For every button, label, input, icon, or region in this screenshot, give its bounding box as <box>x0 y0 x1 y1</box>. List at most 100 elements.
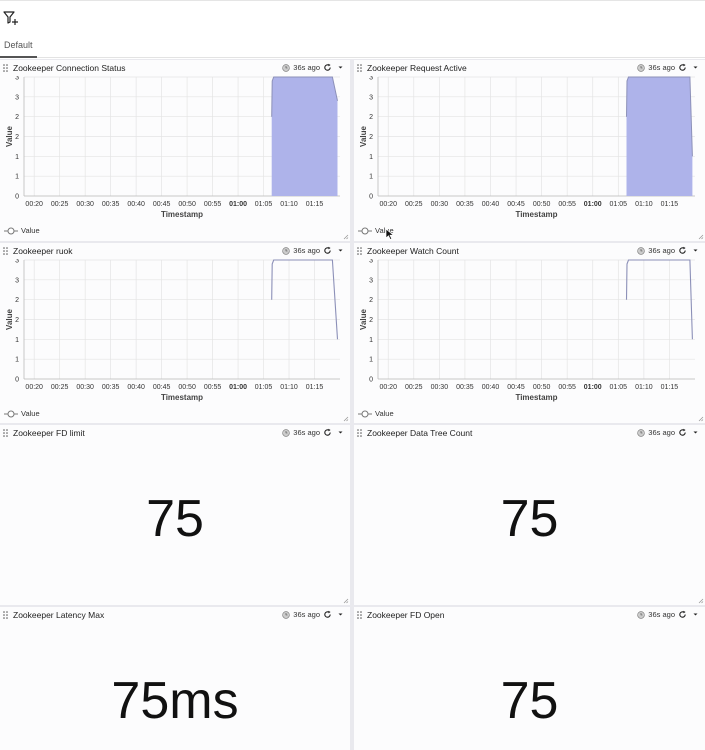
last-updated: 36s ago <box>293 428 320 437</box>
tab-default[interactable]: Default <box>0 36 37 58</box>
x-tick-label: 00:35 <box>456 201 474 208</box>
refresh-icon[interactable] <box>323 246 332 255</box>
x-tick-label: 01:05 <box>610 201 628 208</box>
x-tick-label: 01:10 <box>635 384 653 391</box>
y-tick-label: 1 <box>369 154 373 161</box>
last-updated: 36s ago <box>648 428 675 437</box>
resize-handle-icon[interactable] <box>343 416 349 422</box>
x-tick-label: 00:30 <box>431 201 449 208</box>
x-tick-label: 00:55 <box>558 384 576 391</box>
x-tick-label: 01:05 <box>255 384 273 391</box>
y-tick-label: 3 <box>15 94 19 101</box>
chevron-down-icon[interactable] <box>692 247 699 254</box>
panel-header: Zookeeper Data Tree Count 36s ago <box>354 425 705 441</box>
x-tick-label: 01:10 <box>280 201 298 208</box>
resize-handle-icon[interactable] <box>698 416 704 422</box>
x-tick-label: 00:25 <box>405 384 423 391</box>
panel-meta: 36s ago <box>637 610 699 619</box>
chevron-down-icon[interactable] <box>692 64 699 71</box>
panel-ruok[interactable]: Zookeeper ruok 36s ago 0 1 1 2 2 3 3 00:20 00:25… <box>0 243 350 423</box>
x-tick-label: 00:30 <box>76 201 94 208</box>
panel-title: Zookeeper ruok <box>13 246 73 256</box>
y-tick-label: 2 <box>15 134 19 141</box>
stat-value: 75 <box>146 490 204 548</box>
drag-handle-icon[interactable] <box>3 429 9 437</box>
drag-handle-icon[interactable] <box>357 611 363 619</box>
y-tick-label: 3 <box>369 94 373 101</box>
chevron-down-icon[interactable] <box>337 64 344 71</box>
add-filter-icon[interactable] <box>3 10 19 26</box>
chevron-down-icon[interactable] <box>337 429 344 436</box>
y-tick-label: 3 <box>369 76 373 82</box>
y-axis-label: Value <box>5 126 14 147</box>
drag-handle-icon[interactable] <box>3 247 9 255</box>
toolbar <box>0 0 705 30</box>
refresh-icon[interactable] <box>323 63 332 72</box>
panel-title: Zookeeper FD Open <box>367 610 445 620</box>
drag-handle-icon[interactable] <box>3 64 9 72</box>
x-tick-label: 00:45 <box>507 384 525 391</box>
drag-handle-icon[interactable] <box>357 429 363 437</box>
drag-handle-icon[interactable] <box>357 64 363 72</box>
x-tick-label: 01:15 <box>661 384 679 391</box>
x-tick-label: 01:00 <box>229 384 247 391</box>
panel-fd-limit[interactable]: Zookeeper FD limit 36s ago 75 <box>0 425 350 605</box>
refresh-icon[interactable] <box>678 610 687 619</box>
panel-header: Zookeeper FD limit 36s ago <box>0 425 350 441</box>
y-tick-label: 2 <box>369 134 373 141</box>
panel-title: Zookeeper Data Tree Count <box>367 428 473 438</box>
x-tick-label: 01:05 <box>255 201 273 208</box>
refresh-icon[interactable] <box>678 428 687 437</box>
refresh-icon[interactable] <box>323 428 332 437</box>
resize-handle-icon[interactable] <box>698 598 704 604</box>
panel-header: Zookeeper Connection Status 36s ago <box>0 60 350 76</box>
panel-meta: 36s ago <box>282 428 344 437</box>
x-tick-label: 00:20 <box>25 201 43 208</box>
x-axis-label: Timestamp <box>161 393 203 402</box>
clock-icon <box>282 428 290 437</box>
chevron-down-icon[interactable] <box>337 247 344 254</box>
legend-label: Value <box>21 409 40 418</box>
panel-watch-count[interactable]: Zookeeper Watch Count 36s ago 0 1 1 2 2 3 3 00:… <box>354 243 705 423</box>
chevron-down-icon[interactable] <box>337 611 344 618</box>
clock-icon <box>282 610 290 619</box>
panel-meta: 36s ago <box>637 246 699 255</box>
last-updated: 36s ago <box>293 610 320 619</box>
panel-fd-open[interactable]: Zookeeper FD Open 36s ago 75 <box>354 607 705 750</box>
series-area <box>271 77 338 196</box>
series-area <box>626 77 693 196</box>
panel-latency-max[interactable]: Zookeeper Latency Max 36s ago 75ms <box>0 607 350 750</box>
y-tick-label: 2 <box>369 317 373 324</box>
resize-handle-icon[interactable] <box>343 598 349 604</box>
ruok-chart: 0 1 1 2 2 3 3 00:20 00:25 00:30 00:35 00:40 00:45 00:… <box>5 259 340 402</box>
panel-title: Zookeeper Request Active <box>367 63 467 73</box>
panel-header: Zookeeper ruok 36s ago <box>0 243 350 259</box>
request-active-chart: 0 1 1 2 2 3 3 00:20 00:25 00:30 00:35 00:40 00:45 00:… <box>359 76 695 219</box>
legend-item[interactable]: Value <box>4 409 40 418</box>
refresh-icon[interactable] <box>678 63 687 72</box>
x-tick-label: 00:45 <box>153 384 171 391</box>
chevron-down-icon[interactable] <box>692 611 699 618</box>
y-tick-label: 0 <box>369 377 373 384</box>
drag-handle-icon[interactable] <box>3 611 9 619</box>
panel-request-active[interactable]: Zookeeper Request Active 36s ago 0 1 1 2 2 3 3… <box>354 60 705 241</box>
refresh-icon[interactable] <box>678 246 687 255</box>
legend-item[interactable]: Value <box>4 226 40 235</box>
connection-status-chart: 0 1 1 2 2 3 3 00:20 00:25 00:30 00:35 00:40 00:45 00:… <box>5 76 340 219</box>
legend-label: Value <box>21 226 40 235</box>
y-tick-label: 2 <box>15 317 19 324</box>
chevron-down-icon[interactable] <box>692 429 699 436</box>
legend-marker-icon <box>358 410 372 417</box>
panel-connection-status[interactable]: Zookeeper Connection Status 36s ago 0 1 1 2… <box>0 60 350 241</box>
panel-data-tree-count[interactable]: Zookeeper Data Tree Count 36s ago 75 <box>354 425 705 605</box>
resize-handle-icon[interactable] <box>698 234 704 240</box>
drag-handle-icon[interactable] <box>357 247 363 255</box>
resize-handle-icon[interactable] <box>343 234 349 240</box>
y-tick-label: 1 <box>15 357 19 364</box>
legend-item[interactable]: Value <box>358 409 394 418</box>
clock-icon <box>637 428 645 437</box>
clock-icon <box>637 610 645 619</box>
y-tick-label: 1 <box>369 357 373 364</box>
refresh-icon[interactable] <box>323 610 332 619</box>
x-axis-label: Timestamp <box>515 393 557 402</box>
